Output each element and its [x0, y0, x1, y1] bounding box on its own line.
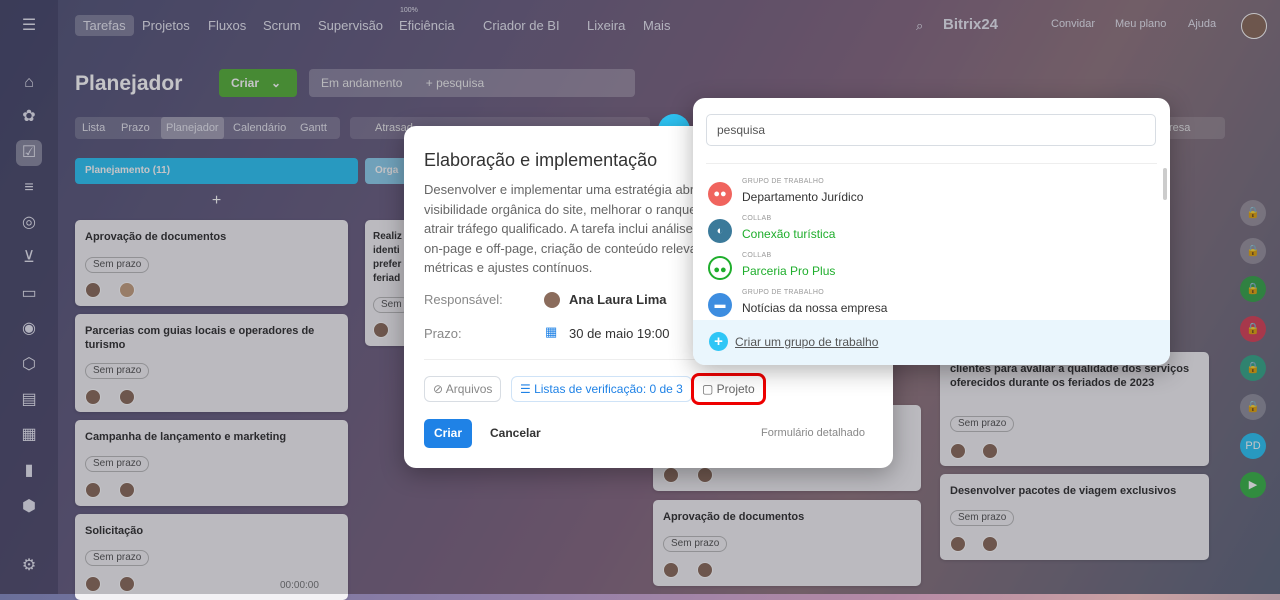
files-button[interactable]: ⊘ Arquivos	[424, 376, 502, 402]
item-name: Conexão turística	[742, 227, 836, 241]
task-title[interactable]: Elaboração e implementação	[424, 150, 657, 171]
item-name: Parceria Pro Plus	[742, 264, 836, 278]
responsible-value[interactable]: Ana Laura Lima	[569, 292, 667, 307]
cancel-button[interactable]: Cancelar	[490, 426, 541, 440]
folder-icon: ▢	[702, 382, 717, 396]
list-item[interactable]: ●● COLLAB Parceria Pro Plus	[708, 252, 1138, 286]
files-label: Arquivos	[445, 382, 493, 396]
group-icon: ●●	[708, 182, 732, 206]
scrollbar[interactable]	[1163, 168, 1167, 200]
deadline-value[interactable]: 30 de maio 19:00	[569, 326, 669, 341]
list-item[interactable]: ●● GRUPO DE TRABALHO Departamento Jurídi…	[708, 178, 1138, 212]
detailed-form-link[interactable]: Formulário detalhado	[761, 427, 865, 439]
checklist-label: Listas de verificação: 0 de 3	[534, 382, 683, 396]
create-group-row[interactable]: + Criar um grupo de trabalho	[693, 320, 1170, 365]
plus-icon: +	[709, 332, 728, 351]
list-item[interactable]: ◐ COLLAB Conexão turística	[708, 215, 1138, 249]
calendar-icon: ▦	[545, 324, 558, 339]
item-type: GRUPO DE TRABALHO	[742, 289, 824, 296]
checklist-icon: ☰	[520, 382, 535, 396]
deadline-label: Prazo:	[424, 326, 462, 341]
list-item[interactable]: ▬ GRUPO DE TRABALHO Notícias da nossa em…	[708, 289, 1138, 323]
item-name: Departamento Jurídico	[742, 190, 864, 204]
responsible-label: Responsável:	[424, 292, 503, 307]
create-task-button[interactable]: Criar	[424, 419, 472, 448]
project-selector-dropdown: pesquisa ●● GRUPO DE TRABALHO Departamen…	[693, 98, 1170, 365]
task-description[interactable]: Desenvolver e implementar uma estratégia…	[424, 180, 714, 276]
search-input[interactable]: pesquisa	[706, 114, 1156, 146]
project-button[interactable]: ▢ Projeto	[691, 373, 766, 405]
item-name: Notícias da nossa empresa	[742, 301, 888, 315]
item-type: COLLAB	[742, 215, 772, 222]
checklist-button[interactable]: ☰ Listas de verificação: 0 de 3	[511, 376, 692, 402]
folder-icon: ▬	[708, 293, 732, 317]
paperclip-icon: ⊘	[433, 382, 446, 396]
collab-icon: ●●	[708, 256, 732, 280]
item-type: GRUPO DE TRABALHO	[742, 178, 824, 185]
project-label: Projeto	[716, 382, 755, 396]
landscape-icon: ◐	[708, 219, 732, 243]
create-group-link[interactable]: Criar um grupo de trabalho	[735, 335, 878, 349]
avatar	[543, 291, 561, 309]
item-type: COLLAB	[742, 252, 772, 259]
divider	[706, 163, 1157, 164]
